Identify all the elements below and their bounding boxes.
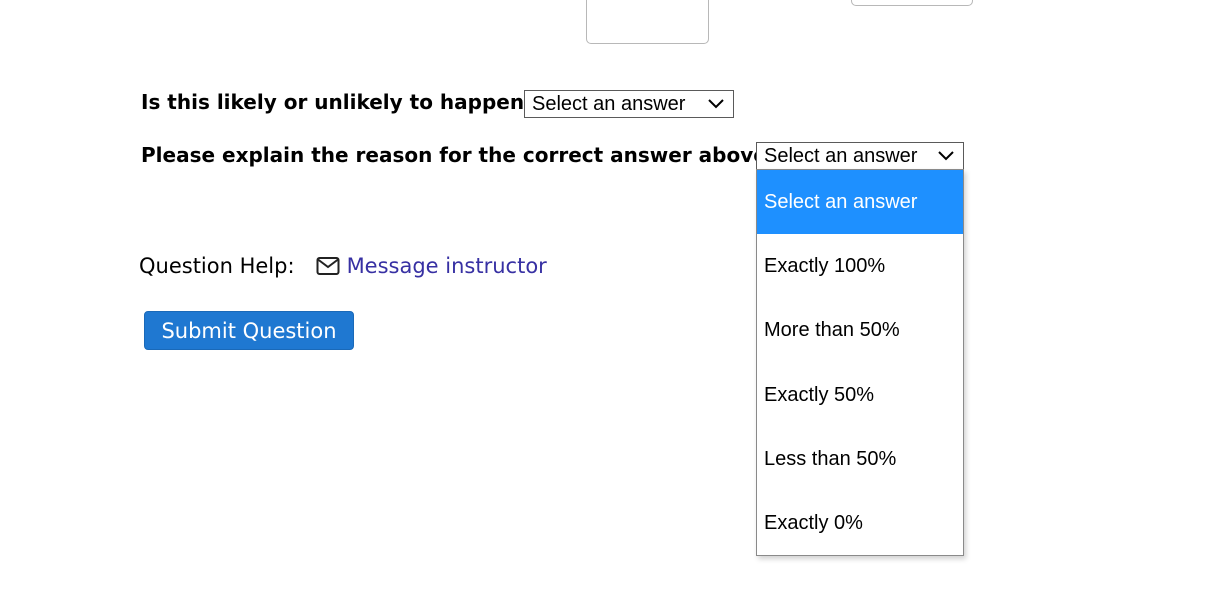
- chevron-down-icon: [935, 150, 957, 162]
- submit-question-button[interactable]: Submit Question: [144, 311, 354, 350]
- question-2-label: Please explain the reason for the correc…: [141, 143, 775, 167]
- question-2-select[interactable]: Select an answer: [756, 142, 964, 170]
- dropdown-option[interactable]: More than 50%: [757, 299, 963, 363]
- mail-icon[interactable]: [316, 256, 340, 276]
- question-1-select-value: Select an answer: [532, 92, 686, 115]
- answer-input-2[interactable]: [851, 0, 973, 6]
- dropdown-option[interactable]: Select an answer: [757, 170, 963, 235]
- question-help-label: Question Help:: [139, 254, 295, 278]
- question-1-label: Is this likely or unlikely to happen?: [141, 90, 536, 114]
- question-1-select[interactable]: Select an answer: [524, 90, 734, 118]
- question-help: Question Help: Message instructor: [139, 254, 547, 278]
- answer-input-1[interactable]: [586, 0, 709, 44]
- message-instructor-link[interactable]: Message instructor: [347, 254, 547, 278]
- question-2-select-value: Select an answer: [764, 144, 918, 167]
- dropdown-option[interactable]: Exactly 0%: [757, 491, 963, 555]
- question-2-dropdown-list: Select an answer Exactly 100% More than …: [756, 169, 964, 556]
- dropdown-option[interactable]: Exactly 50%: [757, 363, 963, 427]
- chevron-down-icon: [705, 98, 727, 110]
- dropdown-option[interactable]: Exactly 100%: [757, 234, 963, 298]
- dropdown-option[interactable]: Less than 50%: [757, 427, 963, 491]
